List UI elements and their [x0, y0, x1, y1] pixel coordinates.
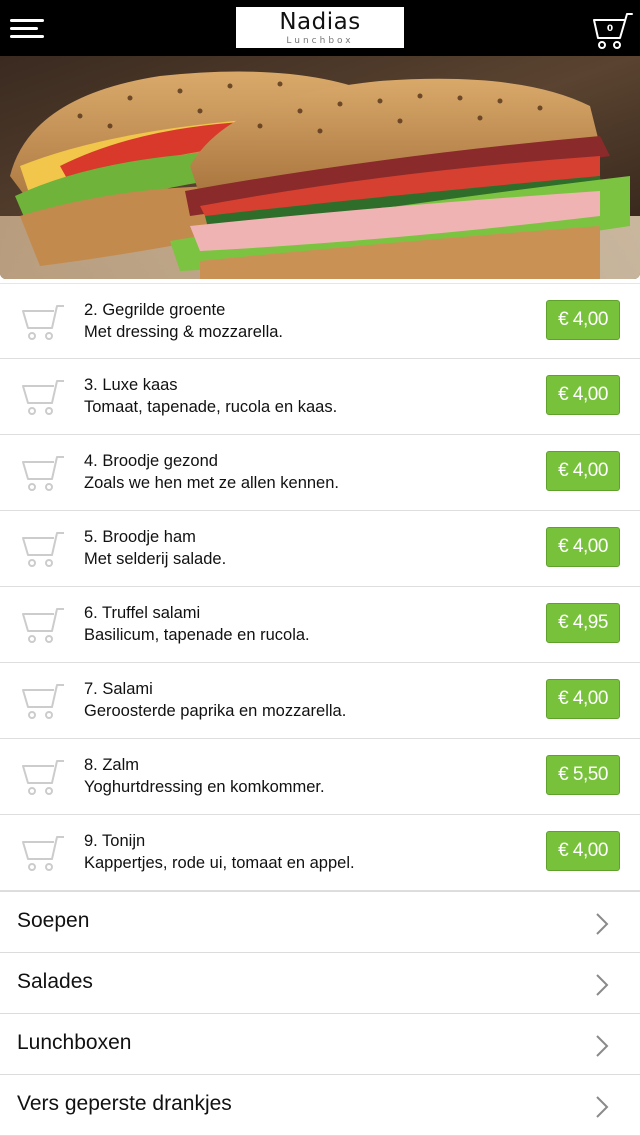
category-label: Salades: [17, 970, 93, 993]
category-label: Lunchboxen: [17, 1031, 132, 1054]
hero-sandwich-image: [0, 56, 640, 279]
chevron-right-icon: [596, 974, 609, 996]
product-name: 2. Gegrilde groente: [84, 301, 226, 319]
product-description: Zoals we hen met ze allen kennen.: [84, 474, 339, 492]
price-button[interactable]: € 4,00: [546, 527, 620, 567]
product-description: Basilicum, tapenade en rucola.: [84, 626, 310, 644]
shopping-cart-button[interactable]: 0: [592, 12, 636, 50]
product-row[interactable]: 2. Gegrilde groente Met dressing & mozza…: [0, 283, 640, 359]
product-name: 6. Truffel salami: [84, 604, 201, 622]
category-list: Soepen Salades Lunchboxen Vers geperste …: [0, 891, 640, 1136]
shopping-cart-icon[interactable]: [20, 302, 66, 342]
shopping-cart-icon[interactable]: [20, 377, 66, 417]
product-description: Met dressing & mozzarella.: [84, 323, 283, 341]
shopping-cart-icon[interactable]: [20, 681, 66, 721]
product-description: Met selderij salade.: [84, 550, 227, 568]
logo[interactable]: Nadias Lunchbox: [236, 7, 404, 48]
chevron-right-icon: [596, 1035, 609, 1057]
product-row[interactable]: 7. Salami Geroosterde paprika en mozzare…: [0, 663, 640, 739]
cart-count-badge: 0: [606, 24, 614, 34]
logo-title: Nadias: [279, 9, 361, 35]
shopping-cart-icon[interactable]: [20, 833, 66, 873]
category-item-soepen[interactable]: Soepen: [0, 892, 640, 953]
shopping-cart-icon[interactable]: [20, 453, 66, 493]
product-row[interactable]: 6. Truffel salami Basilicum, tapenade en…: [0, 587, 640, 663]
product-list: 2. Gegrilde groente Met dressing & mozza…: [0, 283, 640, 891]
product-name: 8. Zalm: [84, 756, 140, 774]
price-button[interactable]: € 4,00: [546, 451, 620, 491]
product-row[interactable]: 5. Broodje ham Met selderij salade. € 4,…: [0, 511, 640, 587]
chevron-right-icon: [596, 1096, 609, 1118]
price-button[interactable]: € 4,00: [546, 375, 620, 415]
product-row[interactable]: 8. Zalm Yoghurtdressing en komkommer. € …: [0, 739, 640, 815]
category-label: Vers geperste drankjes: [17, 1092, 232, 1115]
product-row[interactable]: 4. Broodje gezond Zoals we hen met ze al…: [0, 435, 640, 511]
hamburger-menu-icon[interactable]: [10, 16, 46, 40]
product-description: Geroosterde paprika en mozzarella.: [84, 702, 347, 720]
price-button[interactable]: € 4,00: [546, 831, 620, 871]
product-name: 3. Luxe kaas: [84, 376, 178, 394]
top-bar: Nadias Lunchbox 0: [0, 0, 640, 56]
product-name: 7. Salami: [84, 680, 153, 698]
price-button[interactable]: € 4,00: [546, 300, 620, 340]
product-row[interactable]: 3. Luxe kaas Tomaat, tapenade, rucola en…: [0, 359, 640, 435]
chevron-right-icon: [596, 913, 609, 935]
price-button[interactable]: € 4,00: [546, 679, 620, 719]
logo-subtitle: Lunchbox: [286, 36, 354, 46]
product-name: 4. Broodje gezond: [84, 452, 218, 470]
product-description: Yoghurtdressing en komkommer.: [84, 778, 325, 796]
shopping-cart-icon[interactable]: [20, 529, 66, 569]
product-row[interactable]: 9. Tonijn Kappertjes, rode ui, tomaat en…: [0, 815, 640, 891]
product-name: 9. Tonijn: [84, 832, 146, 850]
product-name: 5. Broodje ham: [84, 528, 196, 546]
price-button[interactable]: € 4,95: [546, 603, 620, 643]
category-item-salades[interactable]: Salades: [0, 953, 640, 1014]
shopping-cart-icon[interactable]: [20, 757, 66, 797]
shopping-cart-icon[interactable]: [20, 605, 66, 645]
category-label: Soepen: [17, 909, 90, 932]
category-item-lunchboxen[interactable]: Lunchboxen: [0, 1014, 640, 1075]
category-item-drankjes[interactable]: Vers geperste drankjes: [0, 1075, 640, 1136]
product-description: Kappertjes, rode ui, tomaat en appel.: [84, 854, 355, 872]
product-description: Tomaat, tapenade, rucola en kaas.: [84, 398, 338, 416]
price-button[interactable]: € 5,50: [546, 755, 620, 795]
